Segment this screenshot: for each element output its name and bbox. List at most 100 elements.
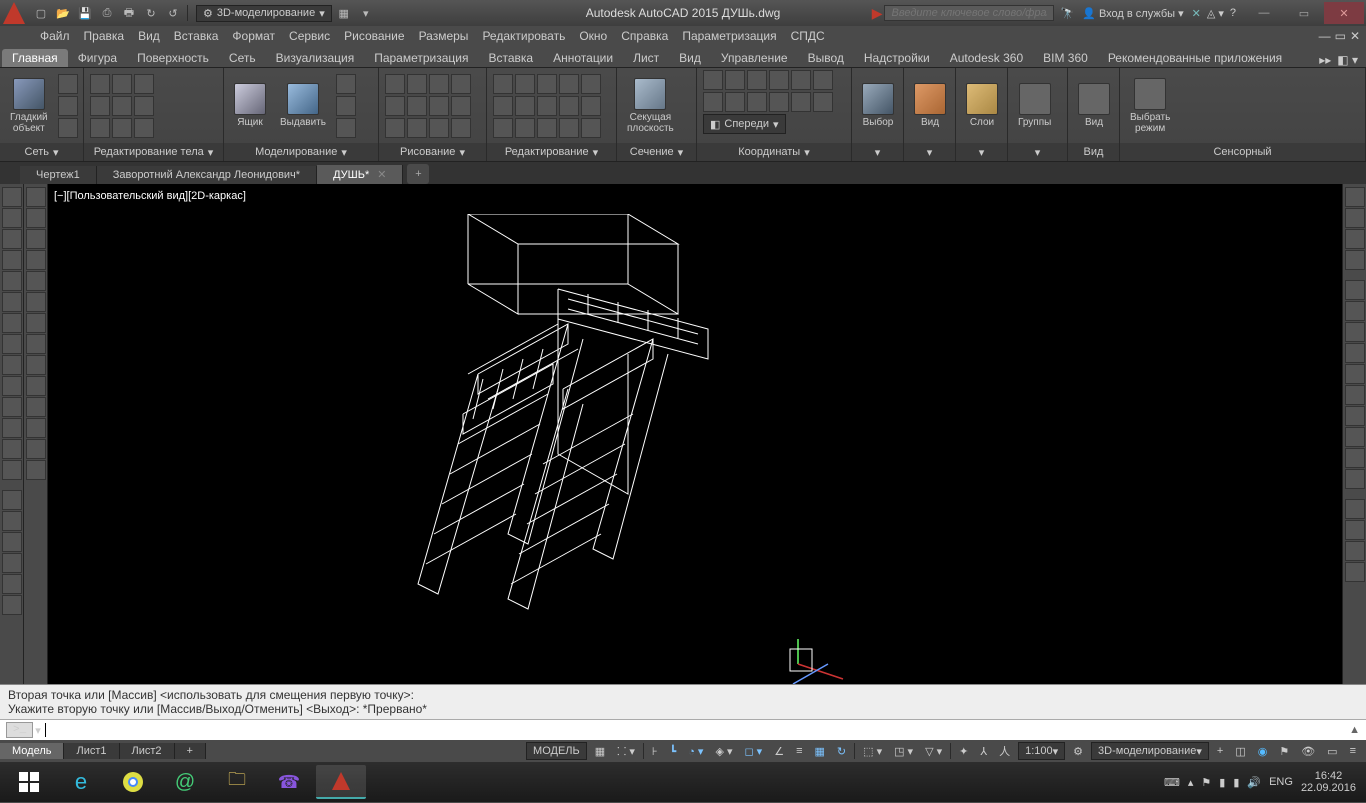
lt2-3[interactable] — [26, 229, 46, 249]
solid-edit-2[interactable] — [112, 74, 132, 94]
model-tool-1[interactable] — [336, 74, 356, 94]
ucs-7[interactable] — [703, 92, 723, 112]
layout-tab-2[interactable]: Лист2 — [120, 743, 175, 759]
ribbon-tab-manage[interactable]: Управление — [711, 49, 798, 67]
mdi-restore-icon[interactable]: ▭ — [1335, 29, 1346, 43]
ribbon-tab-insert[interactable]: Вставка — [479, 49, 544, 67]
draw-4[interactable] — [451, 74, 471, 94]
qat-open-icon[interactable]: 📂 — [53, 3, 73, 23]
taskbar-autocad[interactable] — [316, 765, 366, 799]
mdi-minimize-icon[interactable]: — — [1319, 29, 1331, 43]
panel-title-groups[interactable]: ▾ — [1008, 143, 1067, 161]
mod-15[interactable] — [581, 118, 601, 138]
rt-18[interactable] — [1345, 562, 1365, 582]
menu-draw[interactable]: Рисование — [344, 29, 404, 43]
ucs-9[interactable] — [747, 92, 767, 112]
ribbon-tab-annotate[interactable]: Аннотации — [543, 49, 623, 67]
lt1-18[interactable] — [2, 553, 22, 573]
maximize-button[interactable]: ▭ — [1284, 2, 1324, 24]
ribbon-tab-addins[interactable]: Надстройки — [854, 49, 940, 67]
file-tab-1[interactable]: Чертеж1 — [20, 166, 97, 184]
status-units-icon[interactable]: ◫ — [1231, 742, 1249, 760]
status-3dosnap-icon[interactable]: ⬚ ▾ — [859, 742, 886, 760]
layout-tab-1[interactable]: Лист1 — [64, 743, 119, 759]
mod-13[interactable] — [537, 118, 557, 138]
lt2-13[interactable] — [26, 439, 46, 459]
tray-keyboard-icon[interactable]: ⌨ — [1164, 776, 1180, 789]
lt1-11[interactable] — [2, 397, 22, 417]
draw-3[interactable] — [429, 74, 449, 94]
mesh-tool-3[interactable] — [58, 118, 78, 138]
solid-edit-1[interactable] — [90, 74, 110, 94]
status-infer-icon[interactable]: ⊦ — [648, 742, 662, 760]
ucs-1[interactable] — [703, 70, 723, 90]
signin-button[interactable]: 👤 Вход в службы ▾ — [1082, 7, 1183, 20]
draw-8[interactable] — [451, 96, 471, 116]
solid-edit-3[interactable] — [134, 74, 154, 94]
mod-12[interactable] — [515, 118, 535, 138]
lt1-4[interactable] — [2, 250, 22, 270]
draw-2[interactable] — [407, 74, 427, 94]
rt-10[interactable] — [1345, 385, 1365, 405]
command-line[interactable]: >_ ▾ ▲ — [0, 719, 1366, 740]
tray-clock[interactable]: 16:42 22.09.2016 — [1301, 770, 1356, 794]
mdi-close-icon[interactable]: ✕ — [1350, 29, 1360, 43]
lt1-2[interactable] — [2, 208, 22, 228]
lt1-6[interactable] — [2, 292, 22, 312]
lt1-17[interactable] — [2, 532, 22, 552]
drawing-canvas[interactable]: [−][Пользовательский вид][2D-каркас] — [48, 184, 1342, 684]
viewport-label[interactable]: [−][Пользовательский вид][2D-каркас] — [54, 190, 246, 202]
lt1-8[interactable] — [2, 334, 22, 354]
solid-edit-5[interactable] — [112, 96, 132, 116]
draw-7[interactable] — [429, 96, 449, 116]
menu-tools[interactable]: Сервис — [289, 29, 330, 43]
lt2-6[interactable] — [26, 292, 46, 312]
layers-button[interactable]: Слои — [962, 81, 1002, 130]
rt-1[interactable] — [1345, 187, 1365, 207]
view-panel-button[interactable]: Вид — [910, 81, 950, 130]
qat-new-icon[interactable]: ▢ — [31, 3, 51, 23]
close-tab-icon[interactable]: ✕ — [377, 168, 386, 181]
rt-4[interactable] — [1345, 250, 1365, 270]
mod-4[interactable] — [559, 74, 579, 94]
status-otrack-icon[interactable]: ∠ — [770, 742, 788, 760]
model-tool-2[interactable] — [336, 96, 356, 116]
status-grid-icon[interactable]: ▦ — [591, 742, 609, 760]
taskbar-chrome[interactable] — [108, 765, 158, 799]
qat-redo-icon[interactable]: ↺ — [163, 3, 183, 23]
ribbon-tab-bim360[interactable]: BIM 360 — [1033, 49, 1098, 67]
panel-title-coords[interactable]: Координаты ▾ — [697, 143, 851, 161]
section-plane-button[interactable]: Секущаяплоскость — [623, 76, 678, 136]
mod-10[interactable] — [581, 96, 601, 116]
box-button[interactable]: Ящик — [230, 81, 270, 130]
mod-7[interactable] — [515, 96, 535, 116]
groups-button[interactable]: Группы — [1014, 81, 1055, 130]
status-dynucs-icon[interactable]: ◳ ▾ — [890, 742, 917, 760]
panel-title-modify[interactable]: Редактирование ▾ — [487, 143, 616, 161]
draw-12[interactable] — [451, 118, 471, 138]
rt-16[interactable] — [1345, 520, 1365, 540]
tray-lang[interactable]: ENG — [1269, 776, 1293, 788]
panel-title-modeling[interactable]: Моделирование ▾ — [224, 143, 378, 161]
draw-1[interactable] — [385, 74, 405, 94]
app-logo[interactable] — [3, 2, 25, 24]
status-gizmo-icon[interactable]: ✦ — [955, 742, 972, 760]
lt1-5[interactable] — [2, 271, 22, 291]
status-annovisible-icon[interactable]: 人 — [995, 742, 1014, 760]
ucs-10[interactable] — [769, 92, 789, 112]
ribbon-tab-output[interactable]: Вывод — [798, 49, 854, 67]
rt-14[interactable] — [1345, 469, 1365, 489]
tray-net-icon[interactable]: ▮ — [1219, 776, 1225, 789]
panel-title-viewpanel[interactable]: ▾ — [904, 143, 955, 161]
file-tab-3[interactable]: ДУШЬ*✕ — [317, 165, 403, 184]
selection-button[interactable]: Выбор — [858, 81, 898, 130]
rt-15[interactable] — [1345, 499, 1365, 519]
lt1-15[interactable] — [2, 490, 22, 510]
status-ws-gear-icon[interactable]: ⚙ — [1069, 742, 1087, 760]
ribbon-tab-surface[interactable]: Поверхность — [127, 49, 219, 67]
mod-2[interactable] — [515, 74, 535, 94]
qat-plot-icon[interactable]: 🖶 — [119, 3, 139, 23]
panel-title-section[interactable]: Сечение ▾ — [617, 143, 696, 161]
lt2-2[interactable] — [26, 208, 46, 228]
draw-11[interactable] — [429, 118, 449, 138]
